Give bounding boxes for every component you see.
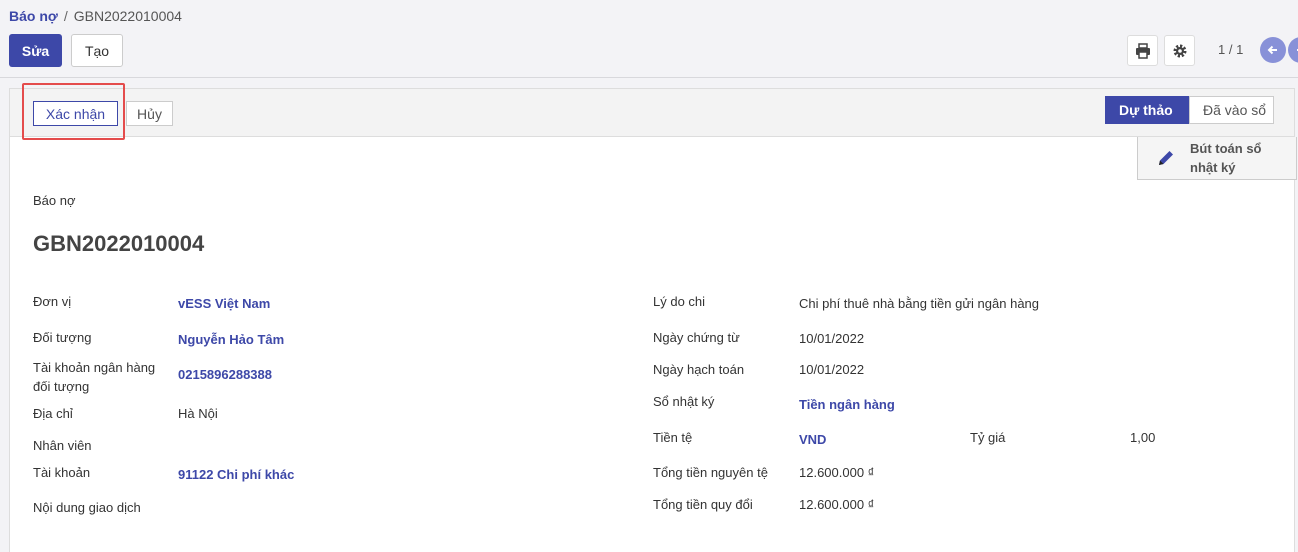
field-label-don-vi: Đơn vị bbox=[33, 294, 72, 309]
print-button[interactable] bbox=[1127, 35, 1158, 66]
arrow-left-icon bbox=[1267, 45, 1277, 55]
field-label-noi-dung: Nội dung giao dịch bbox=[33, 500, 141, 515]
field-value-ty-gia: 1,00 bbox=[1130, 430, 1156, 445]
cancel-button[interactable]: Hủy bbox=[126, 101, 173, 126]
field-value-ly-do: Chi phí thuê nhà bằng tiền gửi ngân hàng bbox=[799, 296, 1040, 311]
field-value-so-nhat-ky[interactable]: Tiền ngân hàng bbox=[799, 395, 895, 414]
field-label-so-nhat-ky: Sổ nhật ký bbox=[653, 394, 715, 409]
breadcrumb: Báo nợ / GBN2022010004 bbox=[9, 8, 182, 24]
control-panel: Báo nợ / GBN2022010004 Sửa Tạo 1 / 1 bbox=[0, 0, 1298, 78]
confirm-button[interactable]: Xác nhận bbox=[33, 101, 118, 126]
journal-entries-button[interactable]: Bút toán sổ nhật ký bbox=[1137, 137, 1297, 180]
pencil-icon bbox=[1159, 151, 1173, 165]
form-sheet: Xác nhận Hủy Dự thảo Đã vào sổ Bút toán … bbox=[9, 83, 1297, 552]
field-value-doi-tuong[interactable]: Nguyễn Hảo Tâm bbox=[178, 330, 284, 349]
status-bar: Xác nhận Hủy Dự thảo Đã vào sổ bbox=[10, 83, 1294, 140]
gear-icon bbox=[1173, 44, 1186, 57]
field-value-ngay-hach-toan: 10/01/2022 bbox=[799, 362, 865, 377]
next-record-button[interactable] bbox=[1288, 37, 1298, 63]
document-name: GBN2022010004 bbox=[33, 231, 205, 256]
field-value-tong-quy-doi: 12.600.000 ₫ bbox=[799, 497, 875, 512]
settings-button[interactable] bbox=[1164, 35, 1195, 66]
breadcrumb-separator: / bbox=[63, 8, 68, 24]
document-type: Báo nợ bbox=[33, 193, 76, 208]
field-label-ly-do: Lý do chi bbox=[653, 294, 706, 309]
field-label-ngay-hach-toan: Ngày hạch toán bbox=[653, 362, 745, 377]
field-value-tong-nguyen-te: 12.600.000 ₫ bbox=[799, 465, 875, 480]
field-label-ty-gia: Tỷ giá bbox=[970, 430, 1006, 445]
field-label-ngay-chung-tu: Ngày chứng từ bbox=[653, 330, 740, 345]
breadcrumb-current: GBN2022010004 bbox=[73, 8, 182, 24]
journal-entries-label: Bút toán sổ nhật ký bbox=[1190, 141, 1262, 175]
field-label-tong-quy-doi: Tổng tiền quy đổi bbox=[653, 497, 753, 512]
field-label-tien-te: Tiền tệ bbox=[653, 430, 693, 445]
field-label-tai-khoan: Tài khoản bbox=[33, 465, 91, 480]
print-icon bbox=[1135, 42, 1150, 59]
stage-draft[interactable]: Dự thảo bbox=[1105, 96, 1199, 124]
breadcrumb-parent-link[interactable]: Báo nợ bbox=[9, 8, 58, 24]
field-label-tong-nguyen-te: Tổng tiền nguyên tệ bbox=[653, 465, 768, 480]
field-label-doi-tuong: Đối tượng bbox=[33, 330, 92, 345]
edit-button[interactable]: Sửa bbox=[9, 34, 62, 67]
field-value-tien-te[interactable]: VND bbox=[799, 430, 826, 449]
field-label-dia-chi: Địa chỉ bbox=[33, 406, 73, 421]
stage-posted[interactable]: Đã vào sổ bbox=[1189, 96, 1274, 124]
field-value-dia-chi: Hà Nội bbox=[178, 406, 218, 421]
pager-counter: 1 / 1 bbox=[1218, 42, 1244, 57]
previous-record-button[interactable] bbox=[1260, 37, 1286, 63]
field-label-tk-ngan-hang: Tài khoản ngân hàng đối tượng bbox=[33, 360, 156, 394]
field-value-don-vi[interactable]: vESS Việt Nam bbox=[178, 294, 270, 313]
field-label-nhan-vien: Nhân viên bbox=[33, 438, 92, 453]
create-button[interactable]: Tạo bbox=[71, 34, 123, 67]
field-value-tai-khoan[interactable]: 91122 Chi phí khác bbox=[178, 465, 294, 484]
field-value-ngay-chung-tu: 10/01/2022 bbox=[799, 331, 865, 346]
field-value-tk-ngan-hang[interactable]: 0215896288388 bbox=[178, 365, 272, 384]
